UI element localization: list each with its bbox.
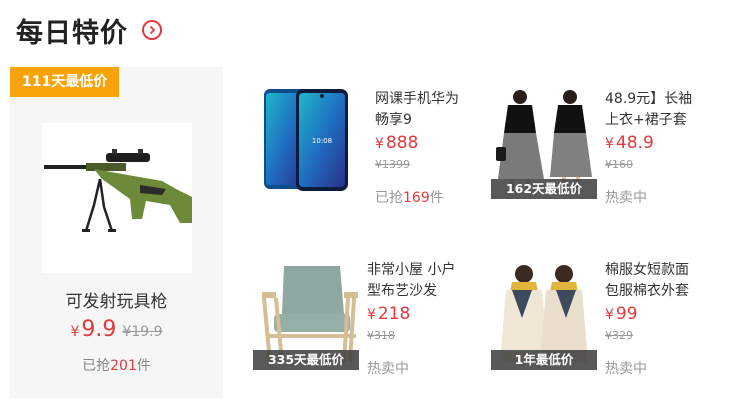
lowest-price-badge: 111天最低价: [10, 67, 120, 97]
chevron-right-circle-icon[interactable]: [142, 20, 162, 40]
sale-price: ¥48.9: [605, 133, 654, 153]
lowest-price-badge: 1年最低价: [491, 350, 597, 370]
svg-text:10:08: 10:08: [312, 137, 332, 145]
status-text: 热卖中: [605, 361, 647, 377]
section-header: 每日特价: [16, 10, 162, 50]
original-price: ¥329: [605, 329, 633, 342]
product-card[interactable]: 10:08 网课手机华为畅享9 ¥888 ¥1399 已抢169件: [262, 87, 498, 217]
sale-price: ¥218: [367, 304, 411, 324]
sale-price: ¥99: [605, 304, 638, 324]
product-image-dress-set[interactable]: 162天最低价: [491, 87, 597, 199]
product-card[interactable]: 162天最低价 48.9元】长袖上衣+裙子套 ¥48.9 ¥160 热卖中: [491, 87, 728, 217]
sold-count: 已抢169件: [375, 190, 444, 206]
featured-product-card[interactable]: 111天最低价 可发射玩具枪 ¥9.9 ¥19.9 已抢201件: [10, 67, 223, 398]
product-name[interactable]: 网课手机华为畅享9: [375, 89, 469, 131]
product-name[interactable]: 棉服女短款面包服棉衣外套: [605, 260, 699, 302]
sale-price: ¥9.9: [70, 317, 117, 342]
product-name[interactable]: 可发射玩具枪: [10, 287, 223, 312]
status-text: 热卖中: [367, 361, 409, 377]
product-name[interactable]: 非常小屋 小户型布艺沙发: [367, 260, 461, 302]
section-title: 每日特价: [16, 17, 128, 49]
original-price: ¥1399: [375, 158, 410, 171]
original-price: ¥160: [605, 158, 633, 171]
lowest-price-badge: 162天最低价: [491, 179, 597, 199]
product-image-phone[interactable]: 10:08: [262, 87, 366, 197]
product-card[interactable]: 335天最低价 非常小屋 小户型布艺沙发 ¥218 ¥318 热卖中: [253, 258, 490, 388]
product-image-sofa[interactable]: 335天最低价: [253, 258, 359, 370]
product-image-toy-gun[interactable]: [42, 123, 192, 273]
product-image-winter-coat[interactable]: 1年最低价: [491, 258, 597, 370]
original-price: ¥19.9: [122, 324, 163, 340]
product-card[interactable]: 1年最低价 棉服女短款面包服棉衣外套 ¥99 ¥329 热卖中: [491, 258, 728, 388]
sold-count: 已抢201件: [82, 358, 151, 374]
lowest-price-badge: 335天最低价: [253, 350, 359, 370]
status-text: 热卖中: [605, 190, 647, 206]
product-name[interactable]: 48.9元】长袖上衣+裙子套: [605, 89, 699, 131]
price-row: ¥9.9 ¥19.9: [10, 317, 223, 342]
original-price: ¥318: [367, 329, 395, 342]
sale-price: ¥888: [375, 133, 419, 153]
